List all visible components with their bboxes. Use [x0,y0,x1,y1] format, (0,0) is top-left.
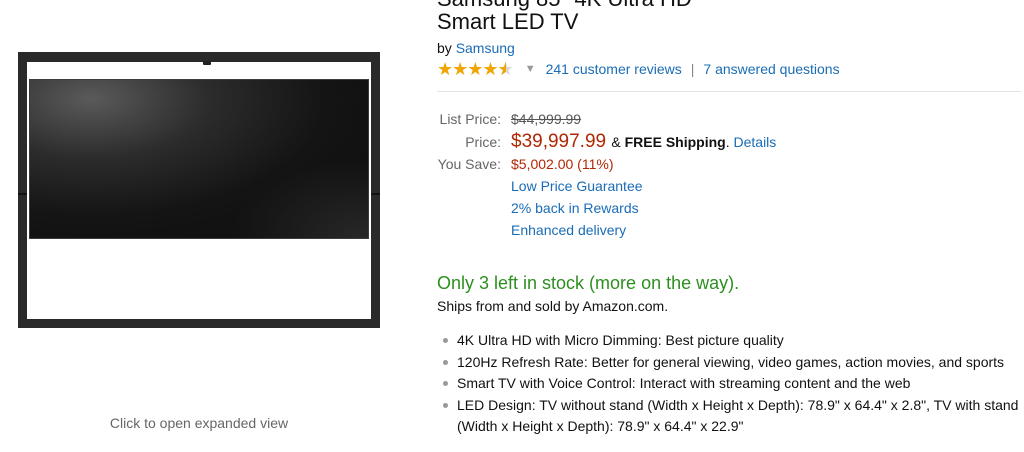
separator: | [690,61,695,77]
divider [437,91,1021,92]
chevron-down-icon[interactable]: ▼ [525,63,536,75]
shipping-prefix: & [611,134,625,150]
feature-bullet: Smart TV with Voice Control: Interact wi… [440,373,1020,395]
ships-from: Ships from and sold by Amazon.com. [437,298,669,314]
stock-status: Only 3 left in stock (more on the way). [437,273,740,293]
enhanced-delivery-link[interactable]: Enhanced delivery [511,222,626,238]
customer-reviews-link[interactable]: 241 customer reviews [546,61,682,77]
byline: by Samsung [437,40,515,56]
you-save-value: $5,002.00 (11%) [511,156,614,172]
rating-row: ★★★★★ ★ ▼ 241 customer reviews | 7 answer… [437,60,840,78]
star-rating-icon[interactable]: ★★★★★ ★ [437,60,514,78]
you-save-label: You Save: [437,156,501,172]
feature-bullet: 4K Ultra HD with Micro Dimming: Best pic… [440,330,1020,352]
rewards-link[interactable]: 2% back in Rewards [511,200,639,216]
list-price-label: List Price: [439,111,501,127]
free-shipping-label: FREE Shipping [624,134,726,150]
tv-frame-side-right [371,193,380,195]
product-image[interactable] [18,52,380,328]
product-image-inner [18,61,380,319]
answered-questions-link[interactable]: 7 answered questions [703,61,839,77]
price-row: $39,997.99 & FREE Shipping. Details [511,131,776,153]
expand-image-caption[interactable]: Click to open expanded view [18,415,380,431]
shipping-details-link[interactable]: Details [734,134,777,150]
price-label: Price: [465,134,501,150]
feature-bullet: 120Hz Refresh Rate: Better for general v… [440,352,1020,374]
tv-frame-top-notch [203,61,211,65]
by-label: by [437,40,452,56]
tv-frame-side-left [18,193,27,195]
tv-screen [29,79,369,239]
list-price-value: $44,999.99 [511,111,582,127]
shipping-suffix: . [725,134,734,150]
product-title: Smart LED TV [437,9,579,34]
brand-link[interactable]: Samsung [456,40,515,56]
low-price-guarantee-link[interactable]: Low Price Guarantee [511,178,643,194]
feature-bullet: LED Design: TV without stand (Width x He… [440,395,1020,438]
feature-list: 4K Ultra HD with Micro Dimming: Best pic… [440,330,1020,438]
price-value: $39,997.99 [511,131,607,152]
